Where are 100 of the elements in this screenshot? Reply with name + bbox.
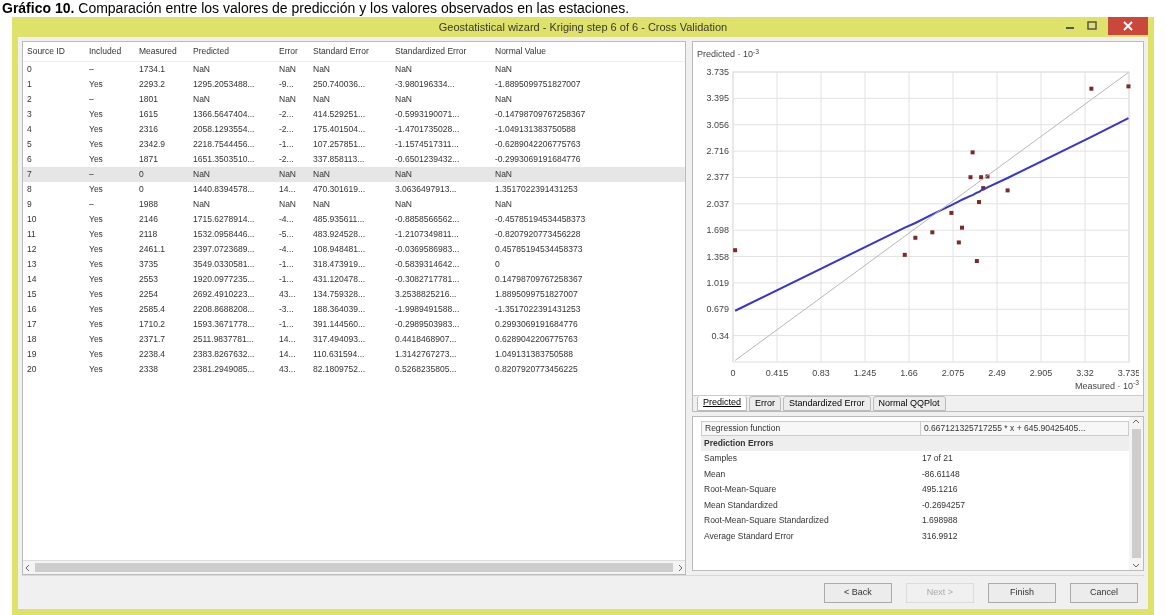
table-cell-text: -9...	[278, 78, 295, 91]
table-row[interactable]: 20 Yes 2338 2381.2949085... 43... 82.1809752... 0.5268235805... 0.8207920773456225	[23, 362, 685, 377]
table-row[interactable]: 10 Yes 2146 1715.6278914... -4... 485.935611... -0.8858566562... -0.45785194534458373	[23, 212, 685, 227]
stat-label: Regression function	[704, 422, 782, 435]
column-header[interactable]: Measured	[135, 45, 189, 58]
data-point	[902, 252, 907, 257]
table-cell-text: 16	[26, 303, 38, 316]
table-cell-text: -0.0369586983...	[394, 243, 461, 256]
table-cell-text: NaN	[494, 198, 513, 211]
table-cell-text: NaN	[278, 93, 297, 106]
table-cell-text: NaN	[394, 168, 413, 181]
scroll-thumb[interactable]	[1131, 429, 1141, 558]
chart-tab[interactable]: Error	[749, 396, 782, 411]
table-cell-text: -1...	[278, 258, 295, 271]
table-cell-text: Yes	[88, 333, 104, 346]
y-tick-label: 3.735	[706, 66, 729, 77]
maximize-icon[interactable]	[1086, 21, 1098, 31]
table-row[interactable]: 11 Yes 2118 1532.0958446... -5... 483.924528... -1.2107349811... -0.8207920773456228	[23, 227, 685, 242]
table-cell-text: –	[88, 198, 95, 211]
table-row[interactable]: 6 Yes 1871 1651.3503510... -2... 337.858113... -0.6501239432... -0.2993069191684776	[23, 152, 685, 167]
data-point	[1089, 86, 1094, 91]
table-cell-text: 43...	[278, 363, 297, 376]
table-row[interactable]: 18 Yes 2371.7 2511.9837781... 14... 317.494093... 0.4418468907... 0.6289042206775763	[23, 332, 685, 347]
table-cell-text: 14...	[278, 333, 297, 346]
table-cell-text: 2338	[138, 363, 159, 376]
scroll-thumb[interactable]	[35, 563, 673, 572]
table-row[interactable]: 16 Yes 2585.4 2208.8688208... -3... 188.364039... -1.9989491588... -1.3517022391431253	[23, 302, 685, 317]
table-cell-text: 4	[26, 123, 33, 136]
column-header[interactable]: Error	[275, 45, 309, 58]
table-row[interactable]: 12 Yes 2461.1 2397.0723689... -4... 108.948481... -0.0369586983... 0.45785194534458373	[23, 242, 685, 257]
table-row[interactable]: 0 – 1734.1 NaN NaN NaN NaN NaN	[23, 62, 685, 77]
table-cell-text: –	[88, 63, 95, 76]
table-cell-text: 2218.7544456...	[192, 138, 256, 151]
table-cell-text: 15	[26, 288, 38, 301]
table-row[interactable]: 19 Yes 2238.4 2383.8267632... 14... 110.631594... 1.3142767273... 1.049131383750588	[23, 347, 685, 362]
table-cell-text: 3	[26, 108, 33, 121]
y-tick-label: 1.019	[706, 277, 729, 288]
table-cell-text: -4...	[278, 243, 295, 256]
column-header[interactable]: Normal Value	[491, 45, 661, 58]
vertical-scrollbar[interactable]	[1129, 417, 1143, 570]
table-cell-text: 1593.3671778...	[192, 318, 256, 331]
close-button[interactable]	[1108, 17, 1148, 35]
table-cell-text: 14	[26, 273, 38, 286]
x-tick-label: 0	[730, 367, 736, 378]
column-header[interactable]: Source ID	[23, 45, 85, 58]
stat-value: -86.61148	[921, 467, 960, 481]
column-header[interactable]: Standardized Error	[391, 45, 491, 58]
table-cell-text: 414.529251...	[312, 108, 366, 121]
wizard-button[interactable]: Cancel	[1070, 582, 1138, 603]
table-cell-text: 1801	[138, 93, 159, 106]
y-tick-label: 0.679	[706, 303, 729, 314]
table-cell-text: 250.740036...	[312, 78, 366, 91]
table-cell-text: -1...	[278, 318, 295, 331]
table-cell-text: 107.257851...	[312, 138, 366, 151]
table-cell-text: -0.5993190071...	[394, 108, 461, 121]
wizard-button[interactable]: Finish	[988, 582, 1056, 603]
table-row[interactable]: 1 Yes 2293.2 1295.2053488... -9... 250.740036... -3.980196334... -1.8895099751827007	[23, 77, 685, 92]
table-row[interactable]: 7 – 0 NaN NaN NaN NaN NaN	[23, 167, 685, 182]
table-cell-text: NaN	[192, 198, 211, 211]
column-header[interactable]: Standard Error	[309, 45, 391, 58]
table-cell-text: 1715.6278914...	[192, 213, 256, 226]
table-row[interactable]: 5 Yes 2342.9 2218.7544456... -1... 107.257851... -1.1574517311... -0.6289042206775763	[23, 137, 685, 152]
chart-tab[interactable]: Standardized Error	[783, 396, 871, 411]
table-row[interactable]: 13 Yes 3735 3549.0330581... -1... 318.473919... -0.5839314642... 0	[23, 257, 685, 272]
table-row[interactable]: 8 Yes 0 1440.8394578... 14... 470.301619... 3.0636497913... 1.3517022391431253	[23, 182, 685, 197]
table-cell-text: -0.6501239432...	[394, 153, 461, 166]
table-row[interactable]: 2 – 1801 NaN NaN NaN NaN NaN	[23, 92, 685, 107]
table-cell-text: 0	[494, 258, 501, 271]
table-cell-text: 337.858113...	[312, 153, 366, 166]
table-row[interactable]: 17 Yes 1710.2 1593.3671778... -1... 391.144560... -0.2989503983... 0.2993069191684776	[23, 317, 685, 332]
table-cell-text: -4...	[278, 213, 295, 226]
table-row[interactable]: 14 Yes 2553 1920.0977235... -1... 431.120478... -0.3082717781... 0.14798709767258367	[23, 272, 685, 287]
chart-tab[interactable]: Normal QQPlot	[872, 396, 946, 411]
table-cell-text: 1734.1	[138, 63, 166, 76]
chart-tab[interactable]: Predicted	[697, 396, 748, 411]
table-row[interactable]: 9 – 1988 NaN NaN NaN NaN NaN	[23, 197, 685, 212]
stat-label: Average Standard Error	[703, 529, 795, 543]
table-cell-text: 1	[26, 78, 33, 91]
table-row[interactable]: 4 Yes 2316 2058.1293554... -2... 175.401504... -1.4701735028... -1.049131383750588	[23, 122, 685, 137]
table-cell-text: 1532.0958446...	[192, 228, 256, 241]
table-cell-text: Yes	[88, 213, 104, 226]
horizontal-scrollbar[interactable]	[23, 560, 685, 574]
table-cell-text: 0	[138, 183, 145, 196]
table-cell-text: 1440.8394578...	[192, 183, 256, 196]
table-cell-text: NaN	[278, 63, 297, 76]
column-header[interactable]: Predicted	[189, 45, 275, 58]
table-cell-text: 1.8895099751827007	[494, 288, 579, 301]
wizard-button[interactable]: < Back	[824, 582, 892, 603]
table-cell-text: NaN	[394, 93, 413, 106]
table-cell-text: 82.1809752...	[312, 363, 366, 376]
x-tick-label: 1.245	[853, 367, 877, 378]
table-cell-text: 1295.2053488...	[192, 78, 256, 91]
table-cell-text: -0.5839314642...	[394, 258, 461, 271]
table-cell-text: NaN	[312, 63, 331, 76]
table-row[interactable]: 15 Yes 2254 2692.4910223... 43... 134.759328... 3.2538825216... 1.8895099751827007	[23, 287, 685, 302]
data-point	[960, 225, 964, 230]
table-row[interactable]: 3 Yes 1615 1366.5647404... -2... 414.529251... -0.5993190071... -0.14798709767258367	[23, 107, 685, 122]
column-header[interactable]: Included	[85, 45, 135, 58]
table-cell-text: 1871	[138, 153, 159, 166]
table-cell-text: 2316	[138, 123, 159, 136]
